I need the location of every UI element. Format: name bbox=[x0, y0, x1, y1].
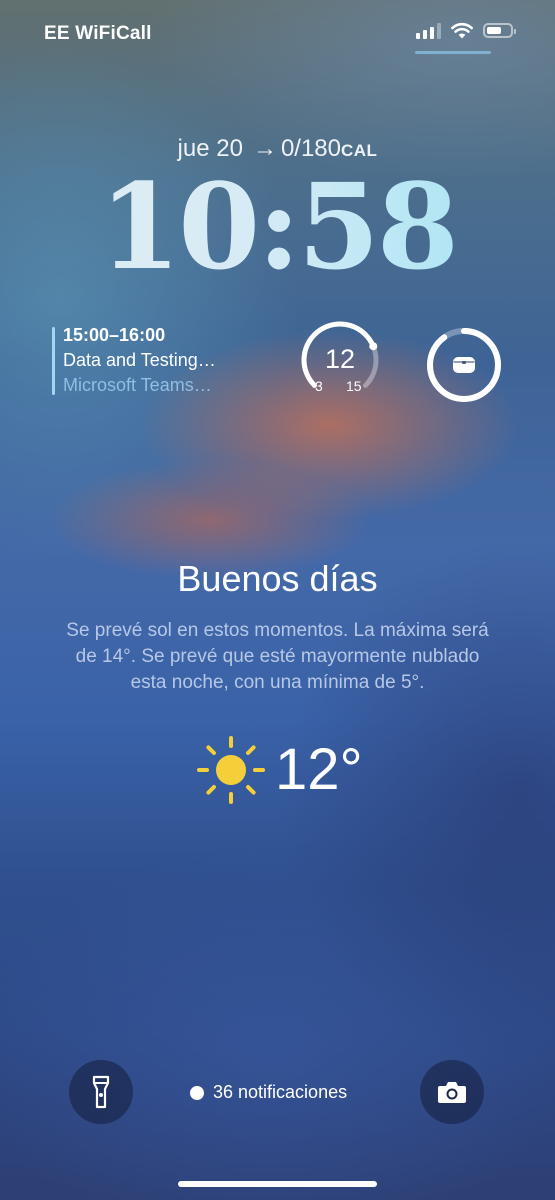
cellular-signal-icon bbox=[416, 22, 441, 39]
temperature-value: 12° bbox=[275, 737, 363, 802]
sun-icon bbox=[197, 736, 265, 804]
temperature-gauge-widget[interactable]: 12 3 15 bbox=[298, 320, 382, 400]
greeting: Buenos días bbox=[177, 558, 378, 599]
gauge-value: 12 bbox=[324, 344, 356, 374]
calendar-accent-bar bbox=[52, 327, 55, 395]
calendar-widget[interactable]: 15:00–16:00 Data and Testing… Microsoft … bbox=[52, 325, 262, 397]
home-indicator[interactable] bbox=[178, 1181, 377, 1187]
flashlight-button[interactable] bbox=[69, 1060, 133, 1124]
weather-current[interactable]: 12° bbox=[195, 735, 395, 805]
earbuds-battery-widget[interactable] bbox=[424, 325, 504, 405]
status-icons bbox=[416, 22, 516, 39]
forecast-text: Se prevé sol en estos momentos. La máxim… bbox=[66, 620, 489, 693]
wifi-icon bbox=[451, 22, 473, 39]
notification-label: 36 notificaciones bbox=[213, 1082, 348, 1102]
carrier-label: EE WiFiCall bbox=[44, 23, 152, 44]
earbuds-battery-ring bbox=[427, 328, 501, 402]
event-location: Microsoft Teams… bbox=[63, 375, 212, 395]
notification-dot-icon bbox=[190, 1085, 204, 1100]
status-indicator-bar bbox=[415, 51, 491, 54]
gauge-max: 15 bbox=[346, 378, 362, 394]
camera-icon bbox=[438, 1082, 466, 1103]
lock-clock: 10:58 bbox=[0, 168, 555, 286]
gauge-min: 3 bbox=[315, 378, 323, 394]
camera-button[interactable] bbox=[420, 1060, 484, 1124]
battery-icon bbox=[483, 23, 516, 38]
event-time: 15:00–16:00 bbox=[63, 325, 166, 345]
event-title: Data and Testing… bbox=[63, 350, 216, 370]
flashlight-icon bbox=[92, 1075, 110, 1109]
notification-count[interactable]: 36 notificaciones bbox=[190, 1082, 347, 1103]
earbuds-case-icon bbox=[453, 357, 475, 373]
